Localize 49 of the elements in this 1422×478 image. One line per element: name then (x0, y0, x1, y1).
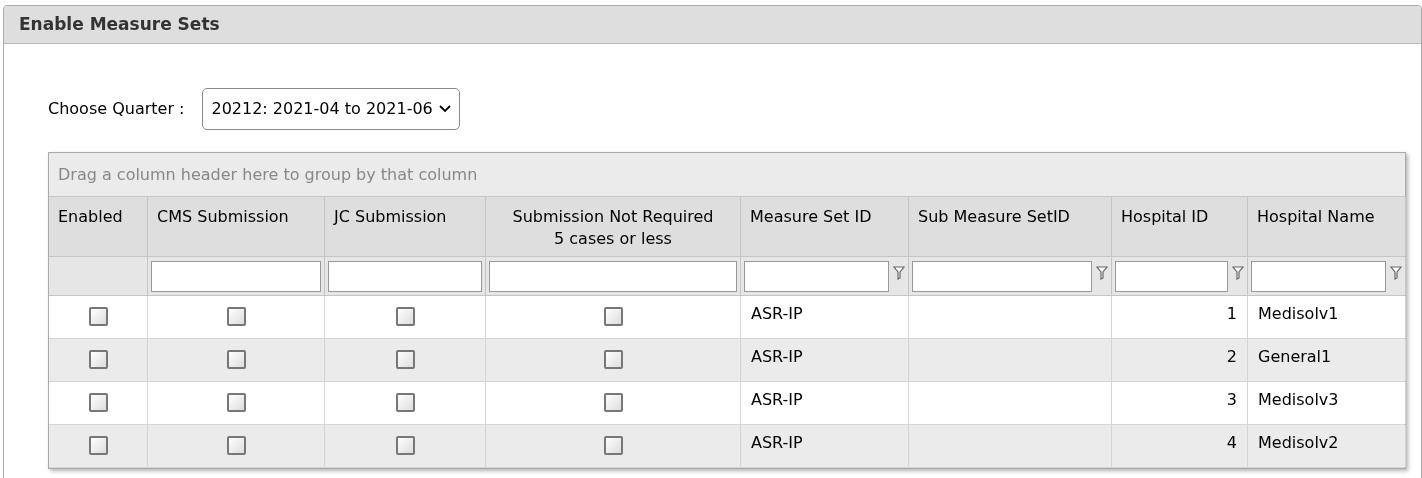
checkbox[interactable] (395, 350, 415, 369)
quarter-dropdown[interactable]: 20212: 2021-04 to 2021-06 (202, 88, 460, 130)
filter-field[interactable] (912, 261, 1092, 292)
checkbox[interactable] (88, 350, 108, 369)
quarter-label: Choose Quarter : (48, 98, 185, 120)
checkbox[interactable] (226, 436, 246, 455)
column-header[interactable]: CMS Submission (148, 197, 325, 256)
checkbox[interactable] (395, 436, 415, 455)
column-header[interactable]: Submission Not Required 5 cases or less (486, 197, 741, 256)
table-cell: 4 (1226, 433, 1237, 452)
filter-icon[interactable] (1096, 265, 1108, 281)
group-by-bar: Drag a column header here to group by that column (49, 153, 1405, 197)
filter-icon[interactable] (893, 265, 905, 281)
checkbox[interactable] (395, 393, 415, 412)
chevron-down-icon (438, 105, 451, 113)
checkbox[interactable] (226, 393, 246, 412)
table-cell: 2 (1226, 347, 1237, 366)
column-header[interactable]: Measure Set ID (741, 197, 909, 256)
table-cell: ASR-IP (751, 304, 803, 323)
filter-icon[interactable] (1390, 265, 1402, 281)
checkbox[interactable] (603, 350, 623, 369)
filter-field[interactable] (744, 261, 889, 292)
table-cell: 3 (1226, 390, 1237, 409)
filter-icon[interactable] (1232, 265, 1244, 281)
column-header[interactable]: Hospital Name (1248, 197, 1406, 256)
checkbox[interactable] (88, 393, 108, 412)
checkbox[interactable] (88, 307, 108, 326)
filter-field[interactable] (1115, 261, 1228, 292)
checkbox[interactable] (603, 393, 623, 412)
checkbox[interactable] (603, 436, 623, 455)
column-header[interactable]: Sub Measure SetID (909, 197, 1112, 256)
checkbox[interactable] (395, 307, 415, 326)
table-cell: 1 (1226, 304, 1237, 323)
filter-field[interactable] (1251, 261, 1386, 292)
table-cell: Medisolv1 (1258, 304, 1339, 323)
checkbox[interactable] (603, 307, 623, 326)
table-cell: Medisolv2 (1258, 433, 1339, 452)
checkbox[interactable] (226, 307, 246, 326)
checkbox[interactable] (226, 350, 246, 369)
table-cell: ASR-IP (751, 433, 803, 452)
table-cell: Medisolv3 (1258, 390, 1339, 409)
table-cell: ASR-IP (751, 347, 803, 366)
column-header[interactable]: JC Submission (325, 197, 486, 256)
column-header[interactable]: Hospital ID (1112, 197, 1248, 256)
column-header[interactable]: Enabled (49, 197, 148, 256)
panel-title: Enable Measure Sets (19, 12, 220, 36)
checkbox[interactable] (88, 436, 108, 455)
table-cell: ASR-IP (751, 390, 803, 409)
table-cell: General1 (1258, 347, 1332, 366)
